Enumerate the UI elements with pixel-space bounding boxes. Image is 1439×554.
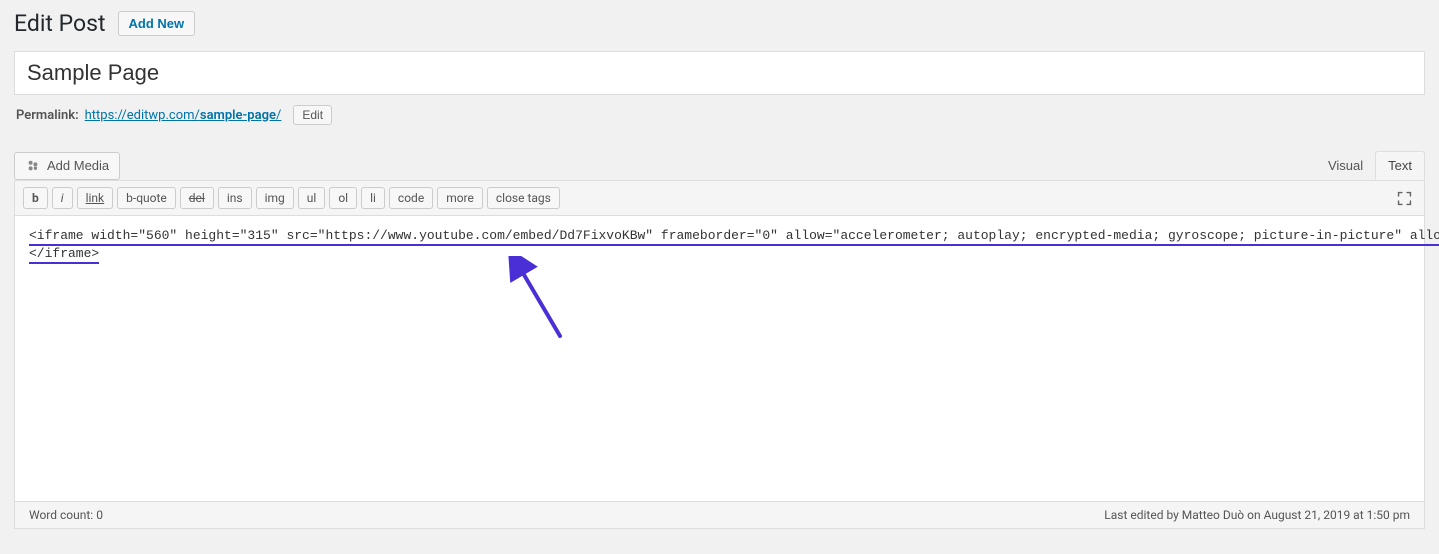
word-count: Word count: 0 (29, 508, 103, 522)
tab-text[interactable]: Text (1375, 151, 1425, 180)
quicktag-close[interactable]: close tags (487, 187, 560, 209)
quicktag-link[interactable]: link (77, 187, 114, 209)
page-title: Edit Post (14, 10, 106, 37)
fullscreen-button[interactable] (1393, 187, 1416, 213)
editor-footer: Word count: 0 Last edited by Matteo Duò … (15, 501, 1424, 528)
edit-permalink-button[interactable]: Edit (293, 105, 332, 125)
arrow-annotation (505, 256, 575, 350)
quicktag-bquote[interactable]: b-quote (117, 187, 176, 209)
quicktags-toolbar: b i link b-quote del ins img ul ol li co… (15, 181, 1424, 216)
quicktag-bold[interactable]: b (23, 187, 48, 209)
content-textarea[interactable]: <iframe width="560" height="315" src="ht… (15, 216, 1424, 501)
quicktag-code[interactable]: code (389, 187, 433, 209)
media-icon (25, 158, 41, 174)
add-media-label: Add Media (47, 158, 109, 173)
post-title-input[interactable] (14, 51, 1425, 95)
permalink-row: Permalink: https://editwp.com/sample-pag… (14, 95, 1425, 135)
quicktag-li[interactable]: li (361, 187, 385, 209)
fullscreen-icon (1396, 190, 1413, 207)
iframe-code-line-1: <iframe width="560" height="315" src="ht… (29, 228, 1439, 246)
add-media-button[interactable]: Add Media (14, 152, 120, 180)
permalink-link[interactable]: https://editwp.com/sample-page/ (85, 108, 282, 123)
quicktag-ol[interactable]: ol (329, 187, 357, 209)
quicktag-italic[interactable]: i (52, 187, 73, 209)
editor-header: Edit Post Add New (14, 10, 1425, 37)
add-new-button[interactable]: Add New (118, 11, 196, 36)
last-edited: Last edited by Matteo Duò on August 21, … (1104, 508, 1410, 522)
permalink-label: Permalink: (16, 108, 79, 123)
editor-container: b i link b-quote del ins img ul ol li co… (14, 180, 1425, 529)
quicktag-img[interactable]: img (256, 187, 294, 209)
quicktag-del[interactable]: del (180, 187, 214, 209)
quicktag-ins[interactable]: ins (218, 187, 252, 209)
tab-visual[interactable]: Visual (1316, 151, 1375, 180)
quicktag-more[interactable]: more (437, 187, 483, 209)
quicktag-ul[interactable]: ul (298, 187, 326, 209)
iframe-code-line-2: </iframe> (29, 246, 99, 264)
editor-tabs: Visual Text (1316, 151, 1425, 181)
